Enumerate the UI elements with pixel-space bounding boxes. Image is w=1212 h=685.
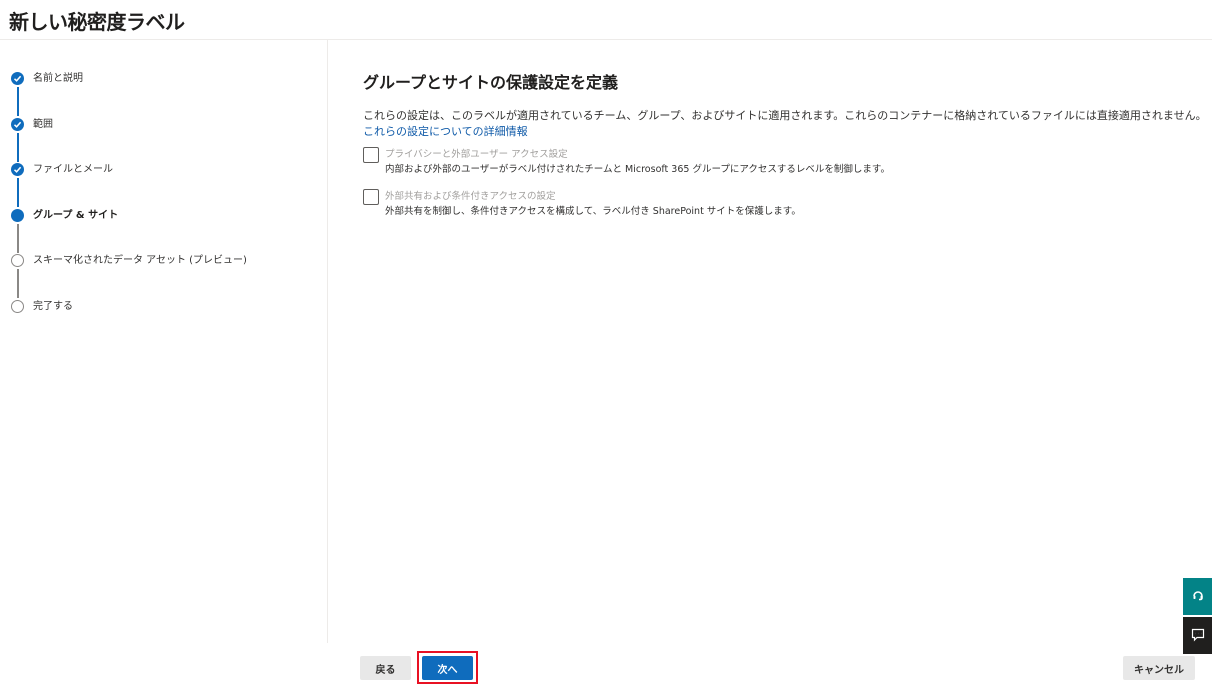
step-connector xyxy=(17,178,19,207)
help-tab[interactable] xyxy=(1183,578,1212,615)
step-todo-icon xyxy=(11,299,24,313)
learn-more-link[interactable]: これらの設定についての詳細情報 xyxy=(363,123,528,139)
step-label: 名前と説明 xyxy=(33,73,83,84)
step-label: 範囲 xyxy=(33,118,53,130)
privacy-access-description: 内部および外部のユーザーがラベル付けされたチームと Microsoft 365 … xyxy=(385,164,890,175)
cancel-button[interactable]: キャンセル xyxy=(1123,656,1195,680)
step-done-icon xyxy=(11,72,24,85)
section-title: グループとサイトの保護設定を定義 xyxy=(363,73,619,92)
feedback-tab[interactable] xyxy=(1183,617,1212,654)
step-label: グループ & サイト xyxy=(33,209,119,221)
step-connector xyxy=(17,132,19,162)
step-current-icon xyxy=(11,208,24,222)
next-button[interactable]: 次へ xyxy=(422,656,473,680)
step-done-icon xyxy=(11,163,24,176)
step-label: スキーマ化されたデータ アセット (プレビュー) xyxy=(33,255,247,266)
page-header: 新しい秘密度ラベル xyxy=(0,0,1212,40)
step-todo-icon xyxy=(11,254,24,267)
step-label: ファイルとメール xyxy=(33,164,113,175)
wizard-footer: 戻る 次へ キャンセル xyxy=(0,643,1212,685)
external-sharing-checkbox[interactable] xyxy=(363,189,379,205)
page-title: 新しい秘密度ラベル xyxy=(9,10,185,34)
wizard-steps-panel: 名前と説明 範囲 ファイルとメール グループ & サイト スキーマ化されたデータ… xyxy=(0,40,328,643)
external-sharing-description: 外部共有を制御し、条件付きアクセスを構成して、ラベル付き SharePoint … xyxy=(385,206,801,217)
step-connector xyxy=(17,87,19,116)
step-connector xyxy=(17,269,19,298)
privacy-access-checkbox[interactable] xyxy=(363,147,379,163)
feedback-icon xyxy=(1191,628,1205,642)
external-sharing-label[interactable]: 外部共有および条件付きアクセスの設定 xyxy=(385,188,556,202)
help-icon xyxy=(1193,591,1203,601)
step-label: 完了する xyxy=(33,300,73,312)
back-button[interactable]: 戻る xyxy=(360,656,411,680)
step-done-icon xyxy=(11,117,24,131)
privacy-access-label[interactable]: プライバシーと外部ユーザー アクセス設定 xyxy=(385,146,568,160)
step-connector xyxy=(17,223,19,253)
section-description: これらの設定は、このラベルが適用されているチーム、グループ、およびサイトに適用さ… xyxy=(363,109,1207,122)
